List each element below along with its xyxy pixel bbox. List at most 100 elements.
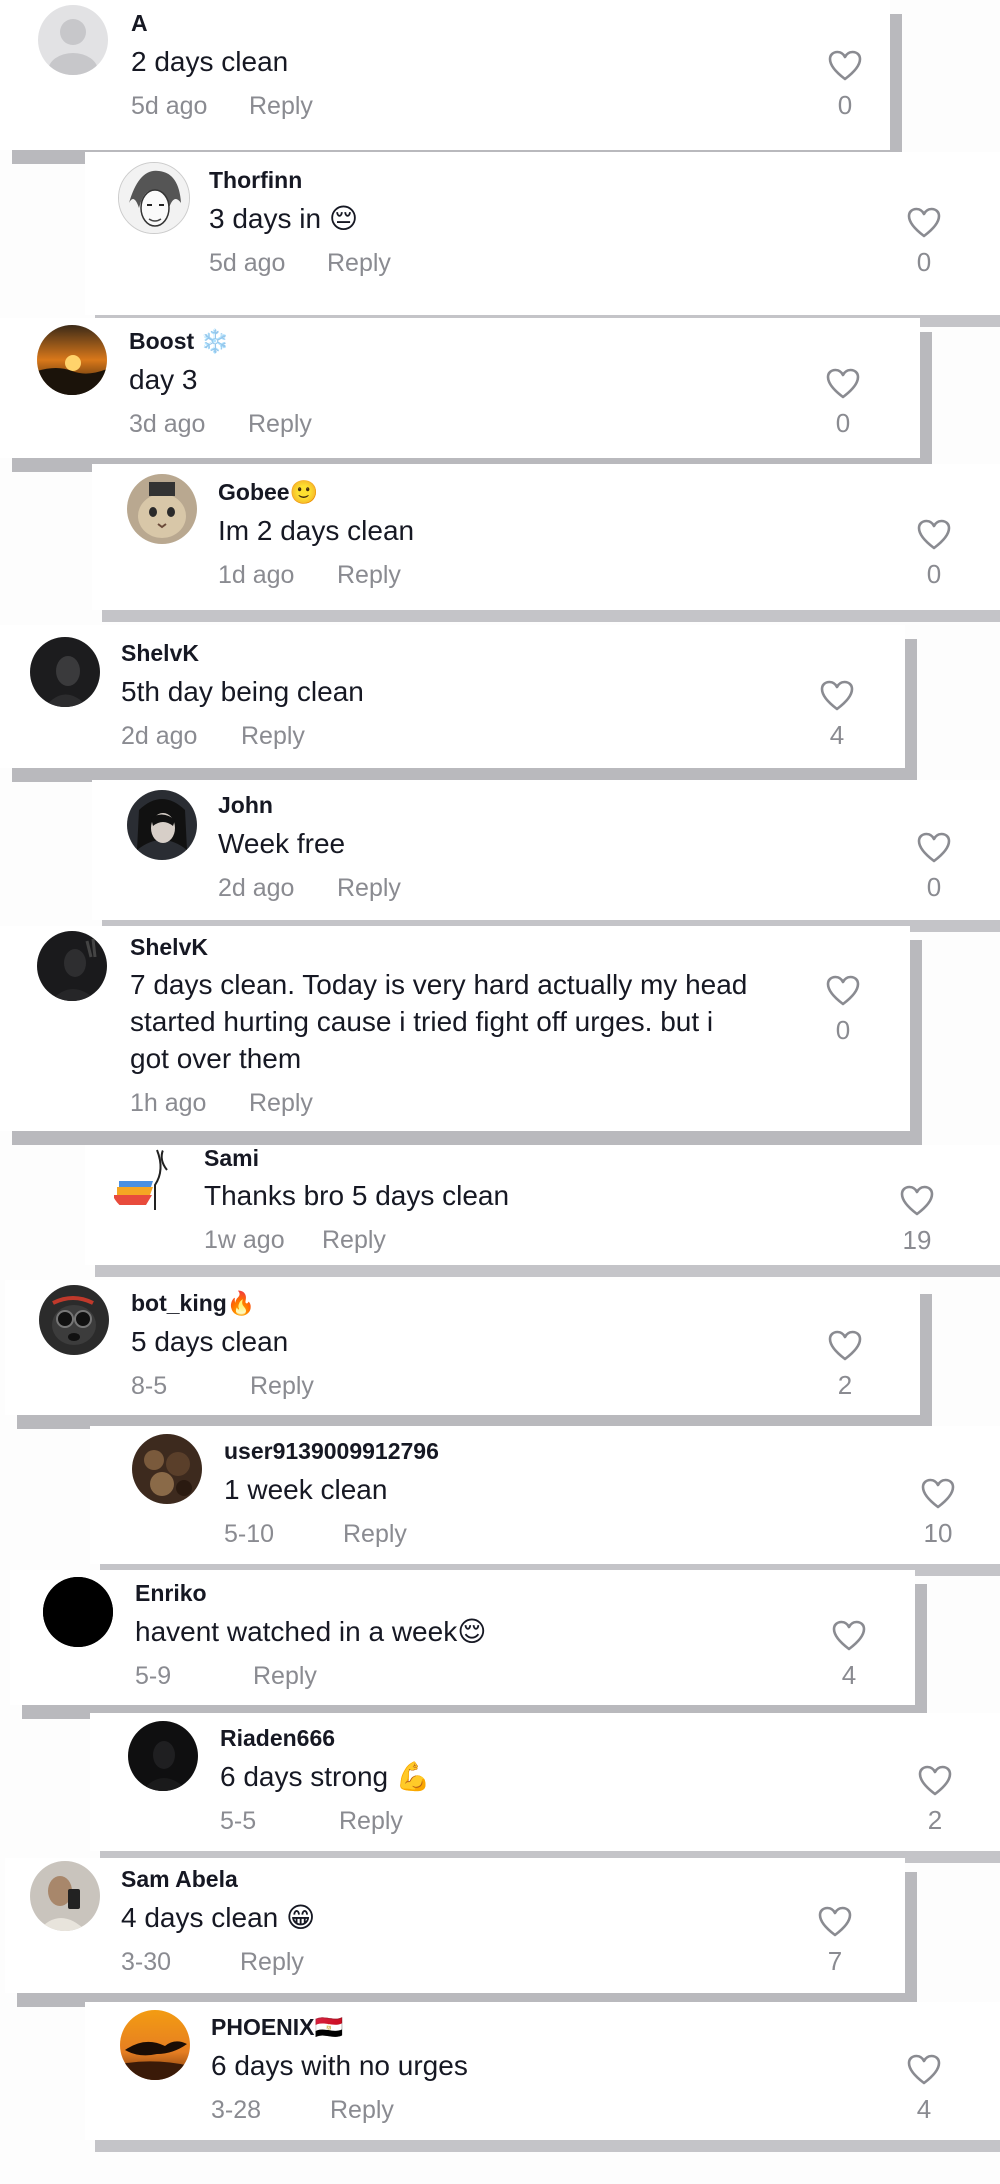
heart-outline-icon[interactable]: [828, 50, 862, 82]
username[interactable]: Gobee🙂: [218, 479, 318, 506]
timestamp: 3-30: [121, 1948, 172, 1976]
avatar[interactable]: [127, 790, 197, 860]
timestamp: 1h ago: [130, 1089, 207, 1117]
username[interactable]: ShelvK: [121, 640, 199, 667]
timestamp: 3d ago: [129, 410, 206, 438]
username[interactable]: PHOENIX🇪🇬: [211, 2014, 343, 2041]
timestamp: 5-10: [224, 1520, 275, 1548]
comment-card: Thorfinn 3 days in 😔 5d ago Reply 0: [85, 152, 1000, 315]
username[interactable]: Sami: [204, 1145, 259, 1172]
username[interactable]: Riaden666: [220, 1725, 335, 1752]
username[interactable]: A: [131, 10, 148, 37]
heart-outline-icon[interactable]: [820, 680, 854, 712]
like-count: 0: [926, 559, 942, 589]
username[interactable]: bot_king🔥: [131, 1290, 255, 1317]
like-count: 2: [837, 1370, 853, 1400]
username[interactable]: Thorfinn: [209, 167, 302, 194]
comment-text: 5 days clean: [131, 1326, 289, 1357]
avatar[interactable]: [43, 1577, 113, 1647]
timestamp: 5-9: [135, 1662, 172, 1690]
comment-text: 6 days strong 💪: [220, 1761, 431, 1792]
reply-button[interactable]: Reply: [337, 561, 401, 590]
timestamp: 5d ago: [209, 249, 286, 277]
comment-text: Week free: [218, 828, 346, 859]
comment-text: 3 days in 😔: [209, 203, 359, 234]
heart-outline-icon[interactable]: [900, 1185, 934, 1217]
heart-outline-icon[interactable]: [907, 2054, 941, 2086]
avatar[interactable]: [37, 325, 107, 395]
reply-button[interactable]: Reply: [343, 1520, 407, 1549]
reply-button[interactable]: Reply: [337, 874, 401, 903]
like-count: 0: [835, 1015, 851, 1045]
reply-button[interactable]: Reply: [248, 410, 312, 439]
username[interactable]: Enriko: [135, 1580, 207, 1607]
timestamp: 1d ago: [218, 561, 295, 589]
avatar[interactable]: [118, 162, 190, 234]
reply-button[interactable]: Reply: [327, 249, 391, 278]
comment-text: day 3: [129, 364, 198, 395]
comment-text: Im 2 days clean: [218, 515, 415, 546]
comment-text: Thanks bro 5 days clean: [204, 1180, 510, 1211]
comment-text: havent watched in a week😌: [135, 1616, 487, 1647]
username[interactable]: Boost ❄️: [129, 328, 229, 355]
comment-card: John Week free 2d ago Reply 0: [92, 780, 1000, 920]
comment-card: user9139009912796 1 week clean 5-10 Repl…: [90, 1426, 1000, 1564]
reply-button[interactable]: Reply: [249, 92, 313, 121]
comment-card: Sam Abela 4 days clean 😁 3-30 Reply 7: [5, 1858, 905, 1993]
avatar[interactable]: [30, 637, 100, 707]
timestamp: 8-5: [131, 1372, 168, 1400]
username[interactable]: user9139009912796: [224, 1438, 439, 1465]
comment-text: 6 days with no urges: [211, 2050, 468, 2081]
like-count: 0: [926, 872, 942, 902]
heart-outline-icon[interactable]: [828, 1330, 862, 1362]
heart-outline-icon[interactable]: [818, 1906, 852, 1938]
comment-text: 4 days clean 😁: [121, 1902, 316, 1933]
like-count: 0: [916, 247, 932, 277]
timestamp: 5-5: [220, 1807, 257, 1835]
comment-card: Sami Thanks bro 5 days clean 1w ago Repl…: [85, 1145, 1000, 1265]
timestamp: 2d ago: [121, 722, 198, 750]
reply-button[interactable]: Reply: [339, 1807, 403, 1836]
timestamp: 3-28: [211, 2096, 262, 2124]
like-count: 7: [827, 1946, 843, 1976]
username[interactable]: John: [218, 792, 273, 819]
avatar[interactable]: [120, 2010, 190, 2080]
timestamp: 5d ago: [131, 92, 208, 120]
avatar[interactable]: [109, 1145, 179, 1215]
reply-button[interactable]: Reply: [330, 2096, 394, 2125]
heart-outline-icon[interactable]: [917, 832, 951, 864]
timestamp: 1w ago: [204, 1226, 285, 1254]
avatar[interactable]: [37, 931, 107, 1001]
username[interactable]: ShelvK: [130, 934, 208, 961]
like-count: 4: [841, 1660, 857, 1690]
heart-outline-icon[interactable]: [826, 368, 860, 400]
heart-outline-icon[interactable]: [921, 1478, 955, 1510]
avatar[interactable]: [132, 1434, 202, 1504]
heart-outline-icon[interactable]: [832, 1620, 866, 1652]
avatar[interactable]: [30, 1861, 100, 1931]
avatar[interactable]: [39, 1285, 109, 1355]
comment-card: PHOENIX🇪🇬 6 days with no urges 3-28 Repl…: [85, 2002, 1000, 2140]
reply-button[interactable]: Reply: [240, 1948, 304, 1977]
like-count: 19: [902, 1225, 932, 1255]
reply-button[interactable]: Reply: [253, 1662, 317, 1691]
comment-text: 2 days clean: [131, 46, 289, 77]
reply-button[interactable]: Reply: [241, 722, 305, 751]
avatar[interactable]: [127, 474, 197, 544]
comment-card: ShelvK 5th day being clean 2d ago Reply …: [0, 625, 905, 768]
username[interactable]: Sam Abela: [121, 1866, 238, 1893]
avatar[interactable]: [38, 5, 108, 75]
like-count: 4: [916, 2094, 932, 2124]
reply-button[interactable]: Reply: [250, 1372, 314, 1401]
avatar[interactable]: [128, 1721, 198, 1791]
heart-outline-icon[interactable]: [907, 207, 941, 239]
reply-button[interactable]: Reply: [249, 1089, 313, 1118]
comment-card: Boost ❄️ day 3 3d ago Reply 0: [0, 318, 920, 458]
comment-card: ShelvK 7 days clean. Today is very hard …: [0, 926, 910, 1131]
heart-outline-icon[interactable]: [917, 519, 951, 551]
reply-button[interactable]: Reply: [322, 1226, 386, 1255]
comment-card: A 2 days clean 5d ago Reply 0: [0, 0, 890, 150]
heart-outline-icon[interactable]: [918, 1765, 952, 1797]
like-count: 0: [835, 408, 851, 438]
heart-outline-icon[interactable]: [826, 975, 860, 1007]
